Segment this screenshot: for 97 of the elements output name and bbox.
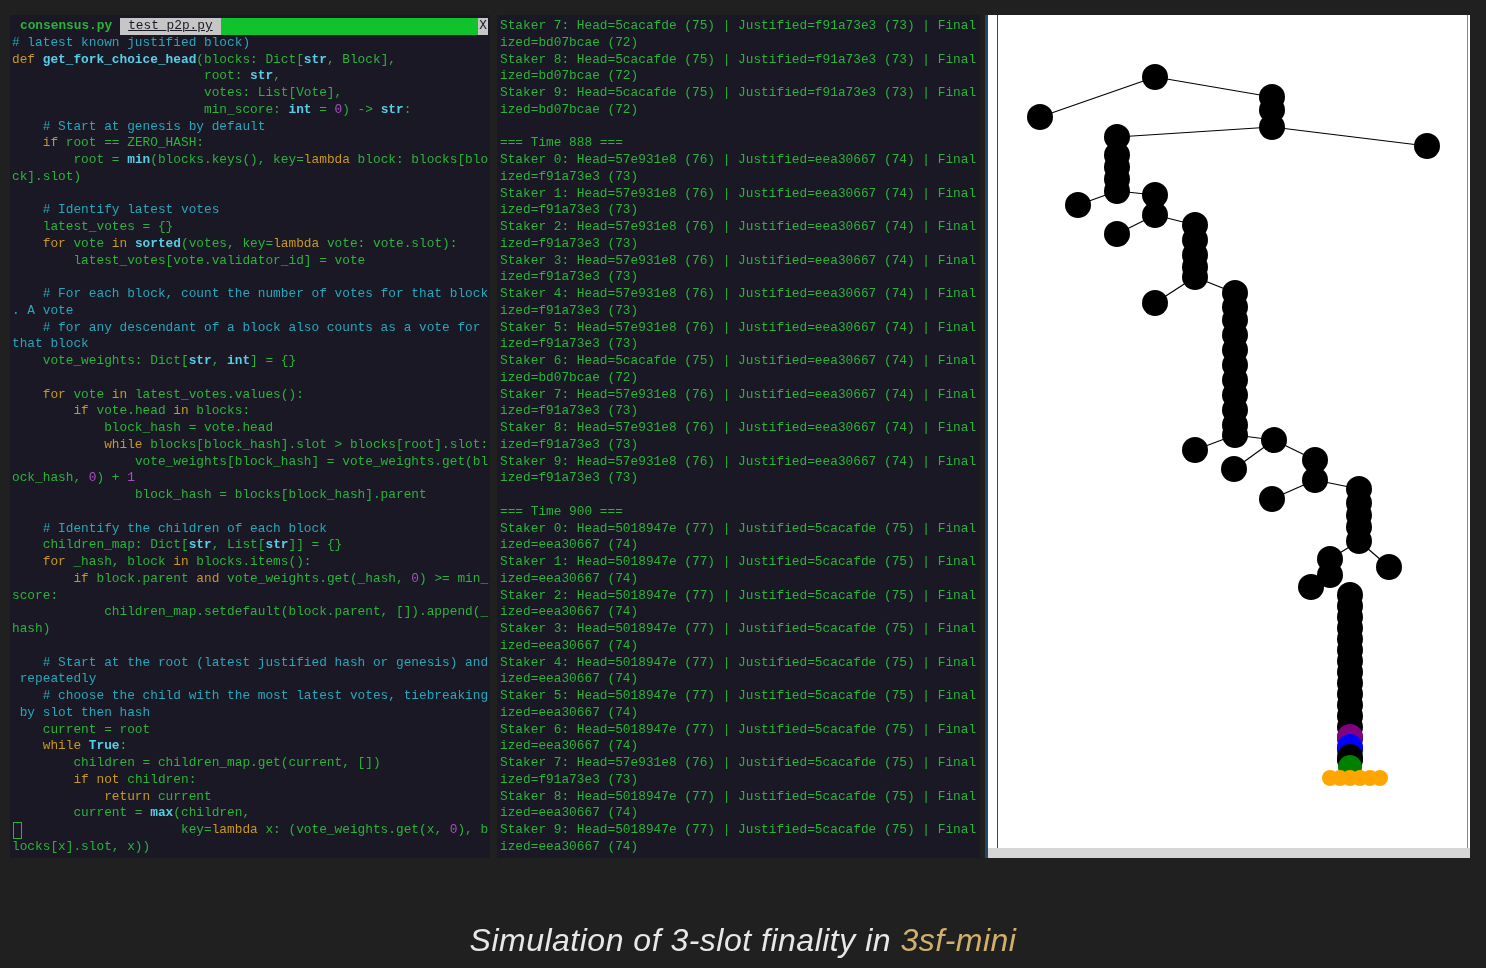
- terminal-line: Staker 5: Head=57e931e8 (76) | Justified=eea30667 (74) | Final: [500, 319, 977, 337]
- code-line: # Start at genesis by default: [42, 118, 266, 136]
- code-line: score:: [12, 587, 59, 605]
- terminal-line: Staker 7: Head=5cacafde (75) | Justified=f91a73e3 (73) | Final: [500, 18, 977, 35]
- terminal-line: ized=eea30667 (74): [500, 570, 639, 588]
- code-line: for vote in sorted(votes, key=lambda vote: vote.slot):: [42, 235, 458, 253]
- code-line: while True:: [42, 738, 128, 755]
- terminal-line: Staker 8: Head=5cacafde (75) | Justified=f91a73e3 (73) | Final: [500, 51, 977, 69]
- terminal-line: Staker 0: Head=57e931e8 (76) | Justified=eea30667 (74) | Final: [500, 152, 977, 169]
- code-line: key=lambda x: (vote_weights.get(x, 0), b: [180, 822, 489, 839]
- terminal-line: Staker 8: Head=57e931e8 (76) | Justified=eea30667 (74) | Final: [500, 420, 977, 437]
- code-line: while blocks[block_hash].slot > blocks[root].slot:: [104, 436, 489, 454]
- code-line: return current: [104, 788, 212, 806]
- terminal-line: ized=f91a73e3 (73): [500, 168, 639, 186]
- code-line: # latest known justified block): [12, 34, 251, 52]
- terminal-line: ized=eea30667 (74): [500, 838, 639, 856]
- code-line: if not children:: [73, 771, 197, 789]
- terminal-line: Staker 7: Head=57e931e8 (76) | Justified=5cacafde (75) | Final: [500, 755, 977, 772]
- code-line: hash): [12, 621, 51, 638]
- terminal-line: Staker 7: Head=57e931e8 (76) | Justified=eea30667 (74) | Final: [500, 386, 977, 404]
- code-line: for vote in latest_votes.values():: [42, 385, 304, 404]
- terminal-line: ized=f91a73e3 (73): [500, 470, 639, 487]
- code-line: votes: List[Vote],: [204, 85, 343, 102]
- terminal-line: Staker 2: Head=5018947e (77) | Justified=5cacafde (75) | Final: [500, 587, 977, 605]
- code-line: current = root: [42, 721, 151, 739]
- code-line: if block.parent and vote_weights.get(_hash, 0) >= min_: [73, 570, 489, 588]
- code-line: vote_weights: Dict[str, int] = {}: [42, 353, 297, 370]
- terminal-line: Staker 0: Head=5018947e (77) | Justified=5cacafde (75) | Final: [500, 520, 977, 538]
- code-line: current = max(children,: [73, 805, 251, 822]
- terminal-line: Staker 3: Head=57e931e8 (76) | Justified=eea30667 (74) | Final: [500, 252, 977, 270]
- terminal-line: Staker 3: Head=5018947e (77) | Justified=5cacafde (75) | Final: [500, 621, 977, 638]
- terminal-line: ized=eea30667 (74): [500, 738, 639, 755]
- terminal-line: Staker 2: Head=57e931e8 (76) | Justified=eea30667 (74) | Final: [500, 219, 977, 236]
- code-line: by slot then hash: [19, 704, 151, 722]
- terminal-line: Staker 9: Head=5018947e (77) | Justified=5cacafde (75) | Final: [500, 822, 977, 839]
- code-line: def get_fork_choice_head(blocks: Dict[str, Block],: [12, 51, 396, 69]
- terminal-line: Staker 6: Head=5cacafde (75) | Justified=eea30667 (74) | Final: [500, 353, 977, 370]
- terminal-line: ized=bd07bcae (72): [500, 369, 639, 387]
- code-line: children = children_map.get(current, []): [73, 755, 381, 772]
- terminal-line: ized=eea30667 (74): [500, 704, 639, 722]
- terminal-line: ized=f91a73e3 (73): [500, 269, 639, 286]
- code-line: # Start at the root (latest justified hash or genesis) and: [42, 653, 489, 672]
- terminal-line: Staker 1: Head=57e931e8 (76) | Justified=eea30667 (74) | Final: [500, 185, 977, 203]
- code-line: min_score: int = 0) -> str:: [204, 101, 412, 119]
- code-line: root = min(blocks.keys(), key=lambda block: blocks[blo: [73, 152, 489, 169]
- terminal-line: ized=f91a73e3 (73): [500, 202, 639, 219]
- code-line: locks[x].slot, x)): [12, 838, 151, 856]
- terminal-line: ized=bd07bcae (72): [500, 34, 639, 52]
- terminal-line: Staker 4: Head=57e931e8 (76) | Justified=eea30667 (74) | Final: [500, 286, 977, 303]
- terminal-line: Staker 1: Head=5018947e (77) | Justified=5cacafde (75) | Final: [500, 554, 977, 571]
- terminal-line: ized=f91a73e3 (73): [500, 336, 639, 353]
- terminal-line: ized=bd07bcae (72): [500, 101, 639, 119]
- terminal-line: ized=eea30667 (74): [500, 604, 639, 621]
- code-line: children_map: Dict[str, List[str]] = {}: [42, 537, 343, 554]
- code-line: latest_votes[vote.validator_id] = vote: [73, 252, 366, 270]
- file-tab[interactable]: test_p2p.py: [120, 18, 221, 35]
- code-line: # Identify the children of each block: [42, 519, 327, 538]
- code-line: vote_weights[block_hash] = vote_weights.get(bl: [134, 453, 489, 471]
- code-line: that block: [12, 336, 89, 353]
- terminal-line: ized=f91a73e3 (73): [500, 436, 639, 454]
- terminal-line: Staker 4: Head=5018947e (77) | Justified=5cacafde (75) | Final: [500, 654, 977, 672]
- terminal-line: Staker 8: Head=5018947e (77) | Justified=5cacafde (75) | Final: [500, 788, 977, 806]
- code-line: block_hash = blocks[block_hash].parent: [134, 487, 427, 504]
- code-line: root: str,: [204, 68, 281, 85]
- terminal-line: ized=eea30667 (74): [500, 671, 639, 688]
- code-line: block_hash = vote.head: [104, 420, 274, 437]
- code-line: # choose the child with the most latest votes, tiebreaking: [42, 688, 489, 705]
- code-line: repeatedly: [19, 671, 97, 688]
- code-line: for _hash, block in blocks.items():: [42, 554, 312, 571]
- code-line: children_map.setdefault(block.parent, []).append(_: [104, 604, 489, 621]
- terminal-line: Staker 5: Head=5018947e (77) | Justified=5cacafde (75) | Final: [500, 688, 977, 705]
- code-line: ock_hash, 0) + 1: [12, 470, 135, 487]
- project-link[interactable]: 3sf-mini: [900, 922, 1017, 958]
- file-tab[interactable]: consensus.py: [12, 18, 121, 35]
- code-line: latest_votes = {}: [42, 219, 174, 236]
- code-line: # For each block, count the number of votes for that block: [42, 285, 489, 303]
- code-line: if vote.head in blocks:: [73, 403, 251, 420]
- code-line: # for any descendant of a block also counts as a vote for: [42, 319, 481, 337]
- terminal-line: Staker 9: Head=5cacafde (75) | Justified=f91a73e3 (73) | Final: [500, 85, 977, 102]
- close-button[interactable]: X: [478, 18, 488, 35]
- terminal-line: ized=bd07bcae (72): [500, 68, 639, 85]
- terminal-line: ized=eea30667 (74): [500, 537, 639, 554]
- terminal-line: ized=f91a73e3 (73): [500, 302, 639, 320]
- terminal-line: ized=f91a73e3 (73): [500, 403, 639, 420]
- code-line: if root == ZERO_HASH:: [42, 135, 204, 152]
- code-line: . A vote: [12, 302, 74, 320]
- terminal-line: ized=eea30667 (74): [500, 637, 639, 655]
- terminal-line: === Time 900 ===: [500, 502, 623, 521]
- terminal-line: ized=eea30667 (74): [500, 805, 639, 822]
- terminal-line: Staker 9: Head=57e931e8 (76) | Justified=eea30667 (74) | Final: [500, 453, 977, 471]
- terminal-line: === Time 888 ===: [500, 134, 623, 152]
- code-line: ck].slot): [12, 168, 82, 186]
- code-line: # Identify latest votes: [42, 201, 220, 219]
- caption: Simulation of 3-slot finality in 3sf-mini: [469, 921, 1017, 960]
- terminal-line: ized=f91a73e3 (73): [500, 235, 639, 253]
- terminal-line: Staker 6: Head=5018947e (77) | Justified=5cacafde (75) | Final: [500, 721, 977, 739]
- terminal-line: ized=f91a73e3 (73): [500, 771, 639, 789]
